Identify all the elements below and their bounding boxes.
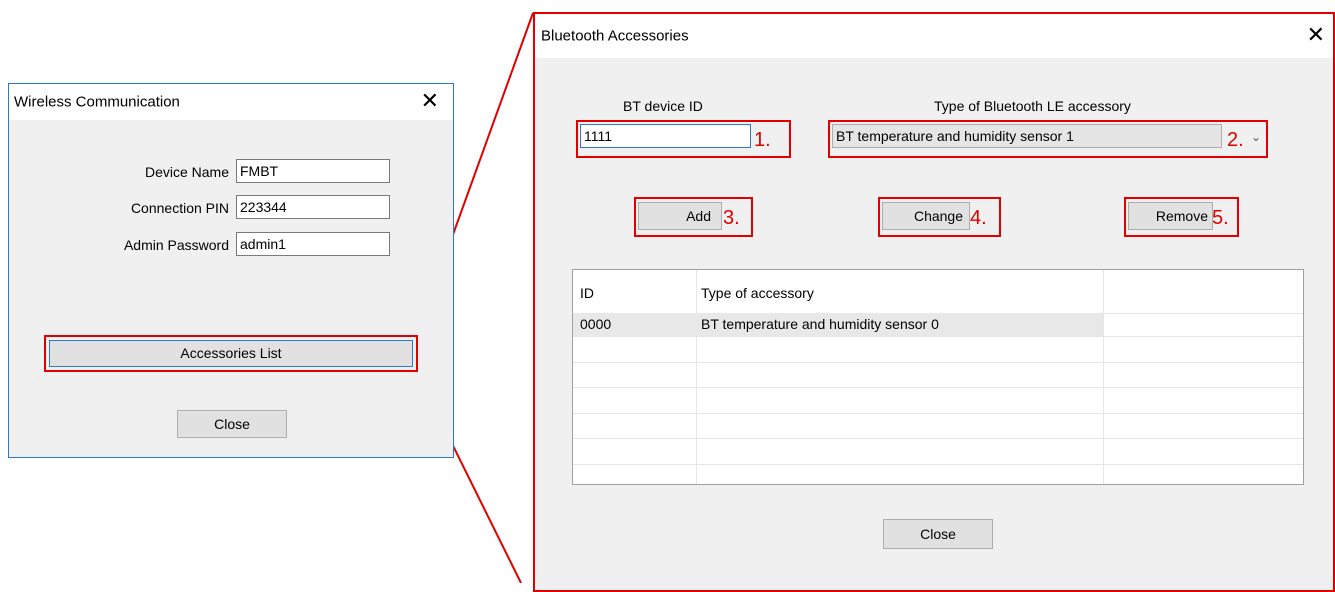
table-row[interactable]: 0000 BT temperature and humidity sensor …	[573, 313, 1103, 336]
annotation-4: 4.	[970, 207, 987, 229]
annotation-5: 5.	[1212, 207, 1229, 229]
admin-password-label: Admin Password	[123, 237, 229, 253]
bt-close-button[interactable]: Close	[883, 519, 993, 549]
annotation-3: 3.	[723, 207, 740, 229]
accessory-type-select[interactable]: BT temperature and humidity sensor 1	[832, 124, 1222, 148]
column-header-type[interactable]: Type of accessory	[701, 285, 814, 301]
bt-device-id-field[interactable]: 1111	[580, 124, 751, 148]
change-button[interactable]: Change	[882, 202, 970, 230]
admin-password-field[interactable]: admin1	[236, 232, 390, 256]
column-header-id[interactable]: ID	[580, 285, 594, 301]
close-icon[interactable]: ✕	[421, 91, 439, 113]
row-type-cell: BT temperature and humidity sensor 0	[701, 316, 939, 332]
annotation-2: 2.	[1227, 129, 1244, 151]
device-name-field[interactable]: FMBT	[236, 159, 390, 183]
chevron-down-icon[interactable]: ⌄	[1251, 130, 1261, 144]
annotation-1: 1.	[754, 129, 771, 151]
bt-dialog-title: Bluetooth Accessories	[541, 27, 689, 45]
remove-button[interactable]: Remove	[1128, 202, 1213, 230]
row-id-cell: 0000	[580, 316, 612, 332]
accessories-list-button[interactable]: Accessories List	[49, 340, 413, 367]
add-button[interactable]: Add	[638, 202, 722, 230]
accessories-table: ID Type of accessory 0000 BT temperature…	[572, 269, 1304, 485]
bluetooth-accessories-dialog: Bluetooth Accessories ✕ BT device ID 111…	[533, 12, 1335, 592]
wireless-dialog-titlebar: Wireless Communication ✕	[9, 84, 453, 120]
wireless-communication-dialog: Wireless Communication ✕ Device Name FMB…	[8, 83, 454, 458]
bt-device-id-label: BT device ID	[623, 98, 703, 114]
connection-pin-label: Connection PIN	[130, 200, 229, 216]
wireless-dialog-title: Wireless Communication	[14, 93, 180, 111]
connection-pin-field[interactable]: 223344	[236, 195, 390, 219]
accessory-type-label: Type of Bluetooth LE accessory	[934, 98, 1131, 114]
device-name-label: Device Name	[144, 164, 229, 180]
wireless-close-button[interactable]: Close	[177, 410, 287, 438]
bt-dialog-titlebar: Bluetooth Accessories ✕	[535, 14, 1333, 58]
close-icon[interactable]: ✕	[1307, 25, 1325, 47]
